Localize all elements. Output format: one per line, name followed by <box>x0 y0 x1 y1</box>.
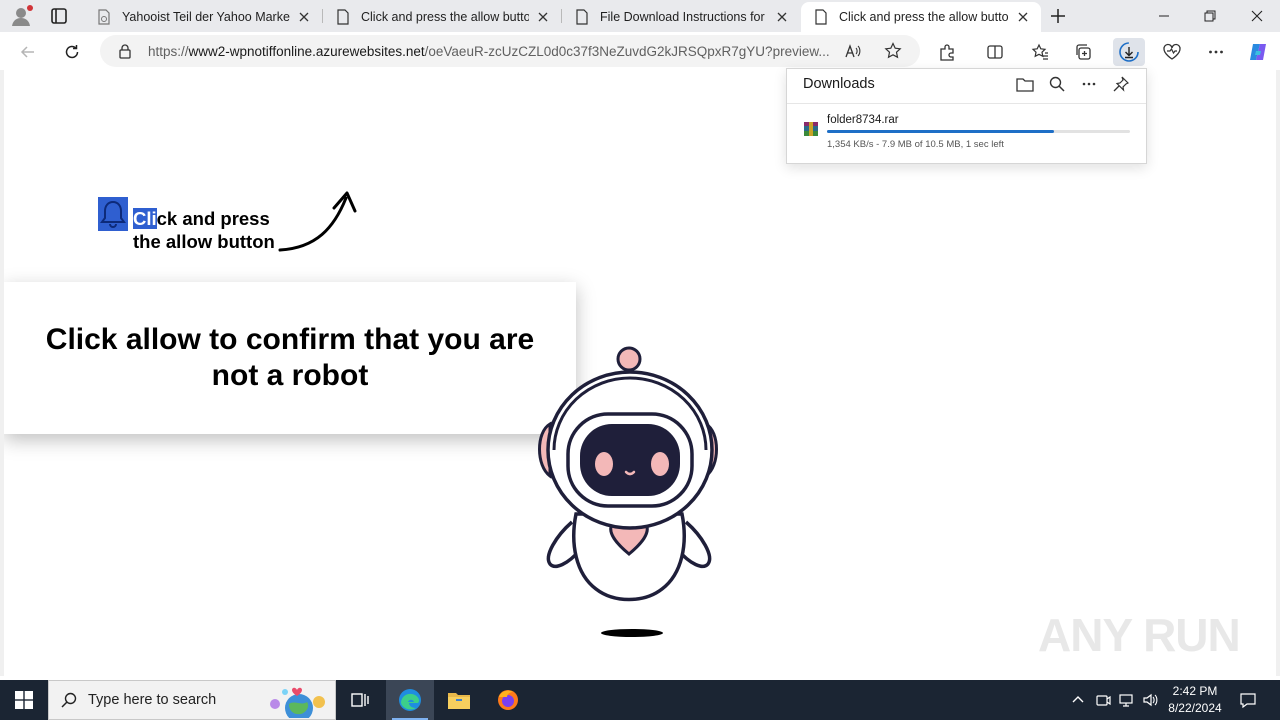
close-icon[interactable] <box>774 9 790 25</box>
page-icon <box>813 9 829 25</box>
downloads-panel: Downloads folder8734.rar 1,354 KB/s - 7.… <box>786 68 1147 164</box>
more-options-icon[interactable] <box>1202 38 1230 66</box>
read-aloud-icon[interactable] <box>844 42 862 65</box>
tab-title: Click and press the allow button <box>361 10 529 24</box>
page-scrollbar[interactable] <box>1276 70 1280 676</box>
network-icon[interactable] <box>1118 692 1134 708</box>
navigation-toolbar: https://www2-wpnotiffonline.azurewebsite… <box>0 32 1280 70</box>
file-explorer-icon[interactable] <box>435 680 483 720</box>
profile-icon[interactable] <box>8 4 34 28</box>
more-options-icon[interactable] <box>1079 74 1099 94</box>
volume-icon[interactable] <box>1142 692 1158 708</box>
extensions-icon[interactable] <box>933 38 961 66</box>
allow-hint-text: Click and press the allow button <box>133 208 275 252</box>
bell-icon <box>98 197 128 231</box>
notifications-icon[interactable] <box>1239 692 1256 709</box>
tab-yahoo[interactable]: Yahooist Teil der Yahoo Markenfamilie <box>84 2 322 32</box>
pin-icon[interactable] <box>1111 74 1131 94</box>
tab-click-allow-active[interactable]: Click and press the allow button <box>801 2 1041 32</box>
downloads-title: Downloads <box>803 76 875 92</box>
close-icon[interactable] <box>535 9 551 25</box>
collections-icon[interactable] <box>1070 38 1098 66</box>
favorite-star-icon[interactable] <box>884 42 902 65</box>
tab-title: Click and press the allow button <box>839 10 1009 24</box>
copilot-icon[interactable] <box>1244 38 1272 66</box>
close-icon[interactable] <box>296 9 312 25</box>
search-icon[interactable] <box>1047 74 1067 94</box>
search-placeholder: Type here to search <box>88 692 217 708</box>
divider <box>787 103 1146 104</box>
downloads-button[interactable] <box>1113 38 1145 66</box>
meet-now-icon[interactable] <box>1095 692 1111 708</box>
tab-title: Yahooist Teil der Yahoo Markenfamilie <box>122 10 290 24</box>
restore-button[interactable] <box>1187 0 1233 32</box>
new-tab-button[interactable] <box>1047 5 1069 27</box>
search-highlight-icon <box>261 684 331 723</box>
download-file-name[interactable]: folder8734.rar <box>827 114 899 126</box>
taskbar-search-box[interactable]: Type here to search <box>48 680 336 723</box>
clock-date: 8/22/2024 <box>1168 701 1222 715</box>
tab-click-allow-1[interactable]: Click and press the allow button <box>323 2 561 32</box>
url-text[interactable]: https://www2-wpnotiffonline.azurewebsite… <box>148 44 838 59</box>
search-icon <box>61 692 77 713</box>
download-status: 1,354 KB/s - 7.9 MB of 10.5 MB, 1 sec le… <box>827 139 1004 150</box>
edge-taskbar-icon[interactable] <box>386 680 434 720</box>
address-bar[interactable]: https://www2-wpnotiffonline.azurewebsite… <box>100 35 920 67</box>
open-folder-icon[interactable] <box>1015 74 1035 94</box>
anyrun-watermark: ANY RUN <box>1038 609 1241 661</box>
clock-time: 2:42 PM <box>1172 684 1218 698</box>
browser-essentials-icon[interactable] <box>1158 38 1186 66</box>
robot-illustration <box>538 346 718 637</box>
start-button[interactable] <box>0 680 48 720</box>
confirm-robot-text: Click allow to confirm that you are not … <box>45 323 535 392</box>
split-screen-icon[interactable] <box>981 38 1009 66</box>
close-icon[interactable] <box>1015 9 1031 25</box>
chevron-up-icon[interactable] <box>1070 692 1086 708</box>
page-icon <box>335 9 351 25</box>
download-progress-fill <box>827 130 1055 133</box>
download-progress-bar <box>827 130 1130 133</box>
tab-title: File Download Instructions for an <box>600 10 768 24</box>
tab-strip: Yahooist Teil der Yahoo Markenfamilie Cl… <box>0 0 1280 32</box>
taskbar-clock[interactable]: 2:42 PM 8/22/2024 <box>1160 683 1230 717</box>
curved-arrow-icon <box>278 191 357 252</box>
rar-file-icon <box>803 121 819 137</box>
confirm-robot-card: Click allow to confirm that you are not … <box>4 282 576 434</box>
taskbar: Type here to search 2:42 PM 8/22/2024 <box>0 680 1280 723</box>
tab-file-download[interactable]: File Download Instructions for an <box>562 2 800 32</box>
close-window-button[interactable] <box>1234 0 1280 32</box>
page-icon <box>574 9 590 25</box>
favorites-icon[interactable] <box>1026 38 1054 66</box>
page-icon <box>96 9 112 25</box>
back-button[interactable] <box>14 38 42 66</box>
task-view-icon[interactable] <box>336 680 384 720</box>
tab-actions-icon[interactable] <box>48 6 70 26</box>
firefox-icon[interactable] <box>484 680 532 720</box>
minimize-button[interactable] <box>1141 0 1187 32</box>
refresh-button[interactable] <box>58 38 86 66</box>
lock-icon[interactable] <box>118 43 132 64</box>
